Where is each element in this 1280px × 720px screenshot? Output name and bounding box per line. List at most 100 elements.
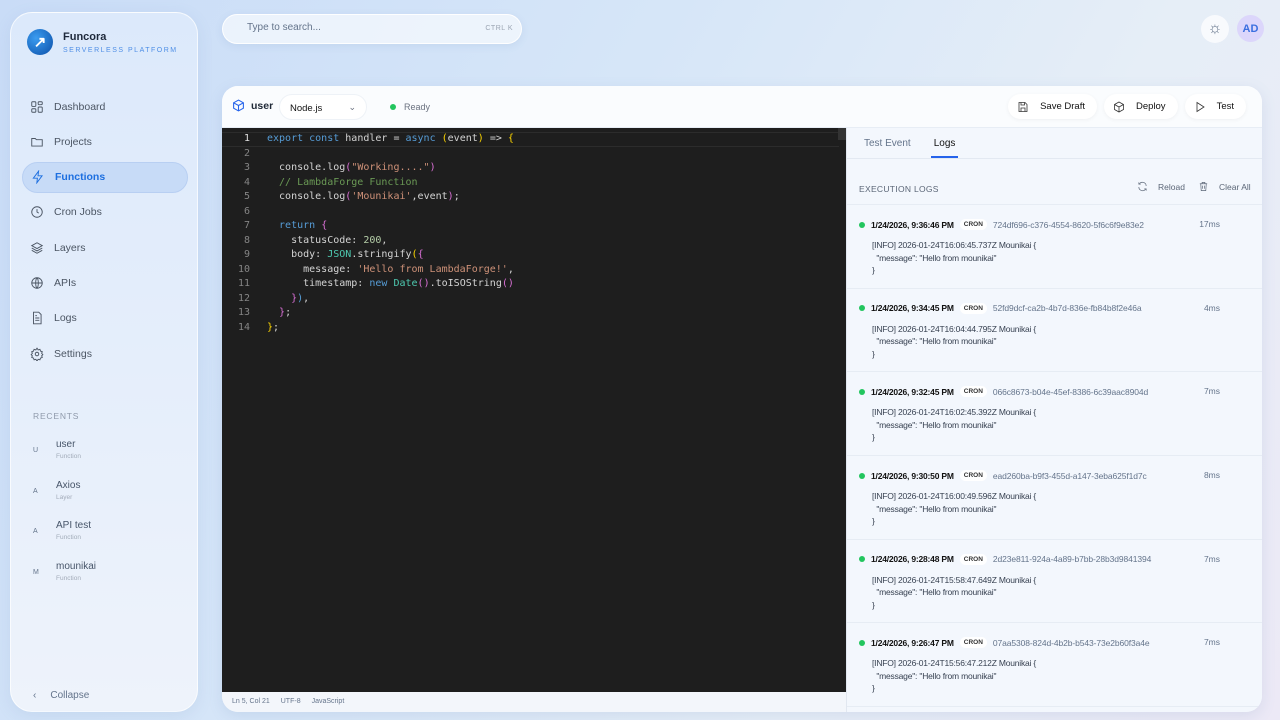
log-output: [INFO] 2026-01-24T15:56:47.212Z Mounikai…: [872, 658, 1037, 694]
editor-status-bar: Ln 5, Col 21 UTF-8 JavaScript: [222, 692, 846, 712]
trigger-badge: CRON: [959, 470, 987, 482]
status-text: Ready: [404, 102, 431, 112]
reload-button[interactable]: Reload: [1137, 181, 1185, 192]
recent-item[interactable]: Mmounikai Function: [33, 561, 96, 582]
theme-toggle-button[interactable]: ☼: [1201, 15, 1229, 43]
sidebar-item-label: Projects: [54, 135, 92, 148]
line-number: 9: [243, 249, 250, 260]
line-number: 14: [237, 321, 250, 333]
search-input[interactable]: [247, 22, 467, 33]
runtime-select[interactable]: Node.js ⌄: [279, 94, 367, 120]
trash-icon: [1199, 182, 1208, 191]
reload-label: Reload: [1158, 181, 1185, 192]
code-token: (): [501, 278, 514, 289]
log-time: 1/24/2026, 9:28:48 PM: [871, 554, 954, 565]
sidebar-item-settings[interactable]: Settings: [22, 338, 188, 369]
runtime-value: Node.js: [290, 103, 323, 114]
log-entry[interactable]: 1/24/2026, 9:36:46 PM CRON 724df696-c376-4…: [847, 205, 1262, 289]
file-icon: [33, 311, 42, 325]
code-text: };: [267, 306, 291, 321]
code-token: =>: [483, 133, 508, 144]
code-line: 11 timestamp: new Date().toISOString(): [222, 277, 822, 292]
trigger-badge: CRON: [959, 219, 987, 230]
recent-item[interactable]: A Axios Layer: [33, 480, 80, 501]
sidebar-item-logs[interactable]: Logs: [22, 303, 188, 334]
clear-all-label: Clear All: [1219, 181, 1251, 192]
search-bar[interactable]: CTRL K: [222, 14, 522, 44]
line-number: 11: [237, 278, 250, 289]
execution-logs-title: EXECUTION LOGS: [859, 184, 939, 194]
code-text: // LambdaForge Function: [267, 176, 417, 191]
log-entry[interactable]: 1/24/2026, 9:26:47 PM CRON 07aa5308-824d-4…: [847, 623, 1262, 708]
log-output: [INFO] 2026-01-24T16:00:49.596Z Mounikai…: [872, 491, 1037, 527]
success-dot: [859, 556, 865, 563]
chevron-left-icon: ‹: [33, 690, 37, 701]
clear-all-button[interactable]: Clear All: [1198, 181, 1251, 192]
success-dot: [859, 388, 865, 395]
tab-logs[interactable]: Logs: [930, 128, 959, 158]
sidebar-item-functions[interactable]: Functions: [22, 161, 188, 193]
log-output: [INFO] 2026-01-24T16:02:45.392Z Mounikai…: [872, 407, 1037, 443]
recent-initial: M: [33, 568, 39, 576]
layers-icon: [30, 241, 44, 254]
code-text: }),: [267, 292, 309, 307]
sun-icon: ☼: [1207, 20, 1223, 37]
code-token: ): [429, 162, 436, 173]
log-time: 1/24/2026, 9:32:45 PM: [871, 386, 954, 397]
test-button[interactable]: Test: [1184, 94, 1246, 119]
code-text: statusCode: 200,: [267, 234, 387, 249]
chevron-down-icon: ⌄: [348, 102, 356, 112]
log-entry[interactable]: 1/24/2026, 9:34:45 PM CRON 52fd9dcf-ca2b-4…: [847, 289, 1262, 373]
code-editor[interactable]: 1 export const handler = async (event) =>…: [222, 128, 846, 692]
sidebar-item-layers[interactable]: Layers: [22, 232, 188, 263]
sidebar-item-dashboard[interactable]: Dashboard: [22, 91, 188, 122]
logs-panel: Test Event Logs EXECUTION LOGS Reload Cle…: [846, 128, 1262, 712]
sidebar-item-apis[interactable]: APIs: [22, 267, 188, 298]
code-token: (): [417, 278, 430, 289]
code-token: message:: [267, 263, 358, 275]
code-text: return {: [267, 219, 327, 234]
code-token: async: [405, 133, 442, 144]
line-number: 4: [243, 176, 250, 188]
code-token: event: [447, 133, 478, 144]
sidebar-item-label: Functions: [55, 171, 106, 184]
sidebar-item-cron-jobs[interactable]: Cron Jobs: [22, 197, 188, 228]
trigger-badge: CRON: [959, 553, 987, 565]
status-dot: [390, 104, 396, 110]
line-number: 3: [243, 162, 250, 173]
deploy-button[interactable]: Deploy: [1103, 94, 1178, 119]
log-output: [INFO] 2026-01-24T15:58:47.649Z Mounikai…: [872, 574, 1037, 610]
trigger-badge: CRON: [959, 302, 987, 314]
avatar[interactable]: AD: [1237, 15, 1264, 42]
code-line: 3 console.log("Working...."): [222, 161, 822, 176]
sidebar-item-projects[interactable]: Projects: [22, 126, 188, 157]
scrollbar[interactable]: [838, 128, 846, 140]
brand[interactable]: ↗ Funcora SERVERLESS PLATFORM: [27, 29, 178, 55]
code-token: console.log: [267, 162, 346, 173]
collapse-button[interactable]: ‹ Collapse: [33, 690, 89, 701]
code-token: ,: [303, 292, 310, 304]
recent-initial: U: [33, 447, 39, 454]
save-draft-button[interactable]: Save Draft: [1008, 94, 1097, 119]
recent-item[interactable]: A API test Function: [33, 520, 91, 541]
code-token: 'Mounikai': [351, 191, 412, 202]
code-token: return: [267, 220, 322, 231]
code-line: 9 body: JSON.stringify({: [222, 248, 822, 263]
recent-item[interactable]: Uuser Function: [33, 439, 81, 460]
line-number: 8: [243, 234, 250, 246]
request-id: ead260ba-b9f3-455d-a147-3eba625f1d7c: [992, 470, 1147, 481]
success-dot: [859, 472, 865, 479]
trigger-badge: CRON: [959, 386, 987, 398]
recent-name: mounikai: [56, 560, 97, 572]
log-entry[interactable]: 1/24/2026, 9:28:48 PM CRON 2d23e811-924a-4…: [847, 540, 1262, 624]
logo-icon: ↗: [27, 29, 53, 55]
log-entry[interactable]: 1/24/2026, 9:32:45 PM CRON 066c8673-b04e-4…: [847, 372, 1262, 457]
log-duration: 7ms: [1203, 553, 1220, 564]
line-number: 6: [243, 205, 250, 217]
globe-icon: [31, 277, 43, 289]
tab-test-event[interactable]: Test Event: [864, 128, 911, 158]
language-mode: JavaScript: [311, 698, 345, 705]
log-entry[interactable]: 1/24/2026, 9:30:50 PM CRON ead260ba-b9f3-4…: [847, 456, 1262, 540]
gear-icon: [30, 346, 44, 361]
